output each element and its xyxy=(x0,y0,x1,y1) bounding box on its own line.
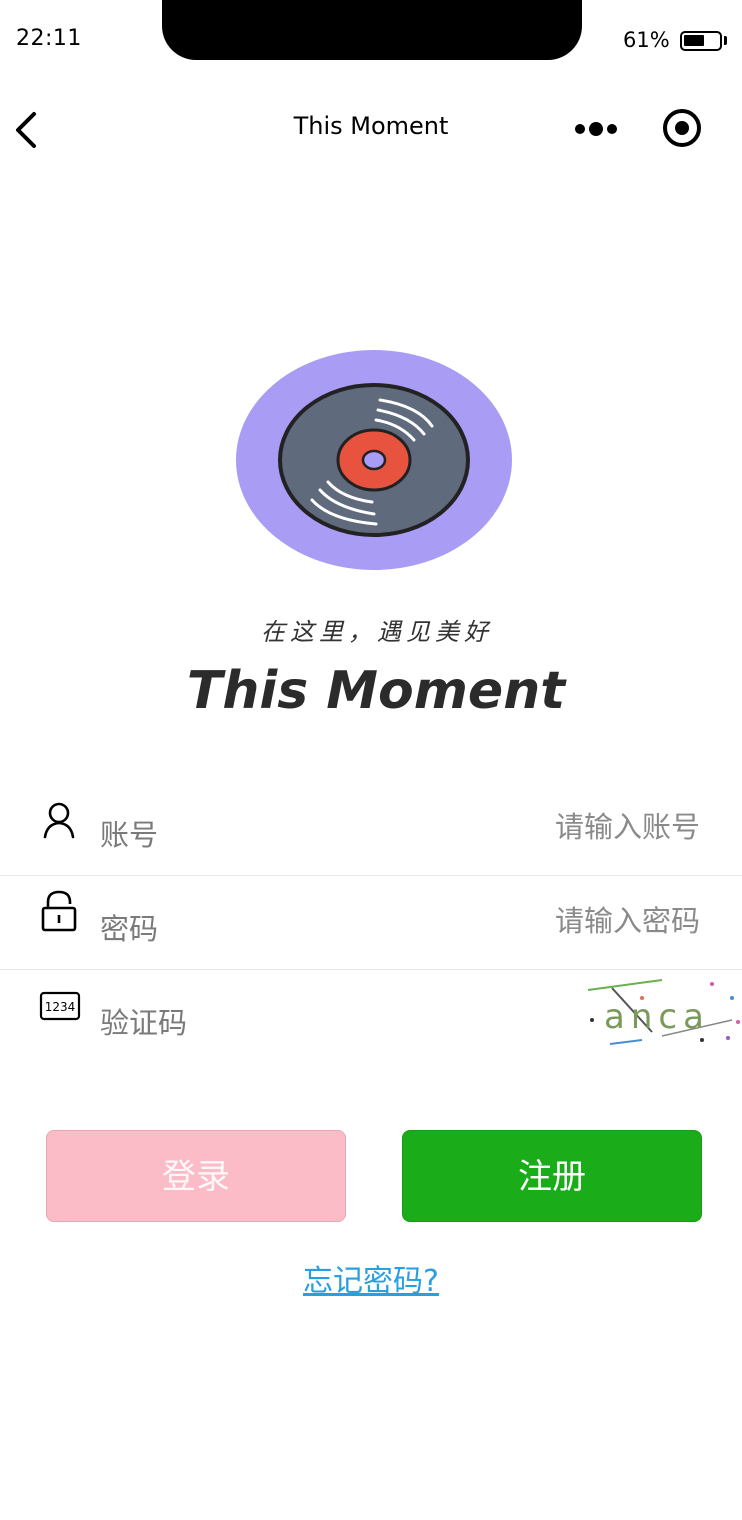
logo-slogan: 在这里，遇见美好 xyxy=(261,618,493,646)
app-logo: 在这里，遇见美好 This Moment xyxy=(180,330,580,730)
password-input[interactable] xyxy=(378,894,702,948)
capsule-close-icon xyxy=(663,109,701,147)
account-input[interactable] xyxy=(378,800,702,854)
login-button[interactable]: 登录 xyxy=(46,1130,346,1222)
logo-brand: This Moment xyxy=(187,661,567,721)
device-notch xyxy=(162,0,582,60)
captcha-image[interactable]: anca xyxy=(582,970,742,1050)
captcha-row: 1234 验证码 anca xyxy=(0,970,742,1066)
register-button[interactable]: 注册 xyxy=(402,1130,702,1222)
account-row: 账号 xyxy=(0,782,742,876)
password-row: 密码 xyxy=(0,876,742,970)
page-title: This Moment xyxy=(293,112,449,140)
forgot-password-link[interactable]: 忘记密码? xyxy=(303,1264,439,1299)
forgot-password-row: 忘记密码? xyxy=(0,1256,742,1300)
more-button[interactable] xyxy=(570,114,626,144)
captcha-label: 验证码 xyxy=(100,1006,188,1040)
more-dots-icon xyxy=(575,122,617,136)
account-label: 账号 xyxy=(100,818,159,852)
user-icon xyxy=(43,802,75,839)
captcha-input[interactable] xyxy=(348,988,572,1042)
lock-icon xyxy=(41,890,77,932)
capsule-close-button[interactable] xyxy=(660,106,704,150)
status-time: 22:11 xyxy=(16,26,82,51)
battery-icon xyxy=(680,31,722,51)
vinyl-record-icon xyxy=(236,350,512,570)
number-code-icon: 1234 xyxy=(39,991,81,1021)
battery-percent: 61% xyxy=(623,28,670,52)
password-label: 密码 xyxy=(100,912,159,946)
svg-text:1234: 1234 xyxy=(45,1000,76,1014)
battery-cap xyxy=(724,36,727,45)
captcha-text: anca xyxy=(604,997,710,1037)
